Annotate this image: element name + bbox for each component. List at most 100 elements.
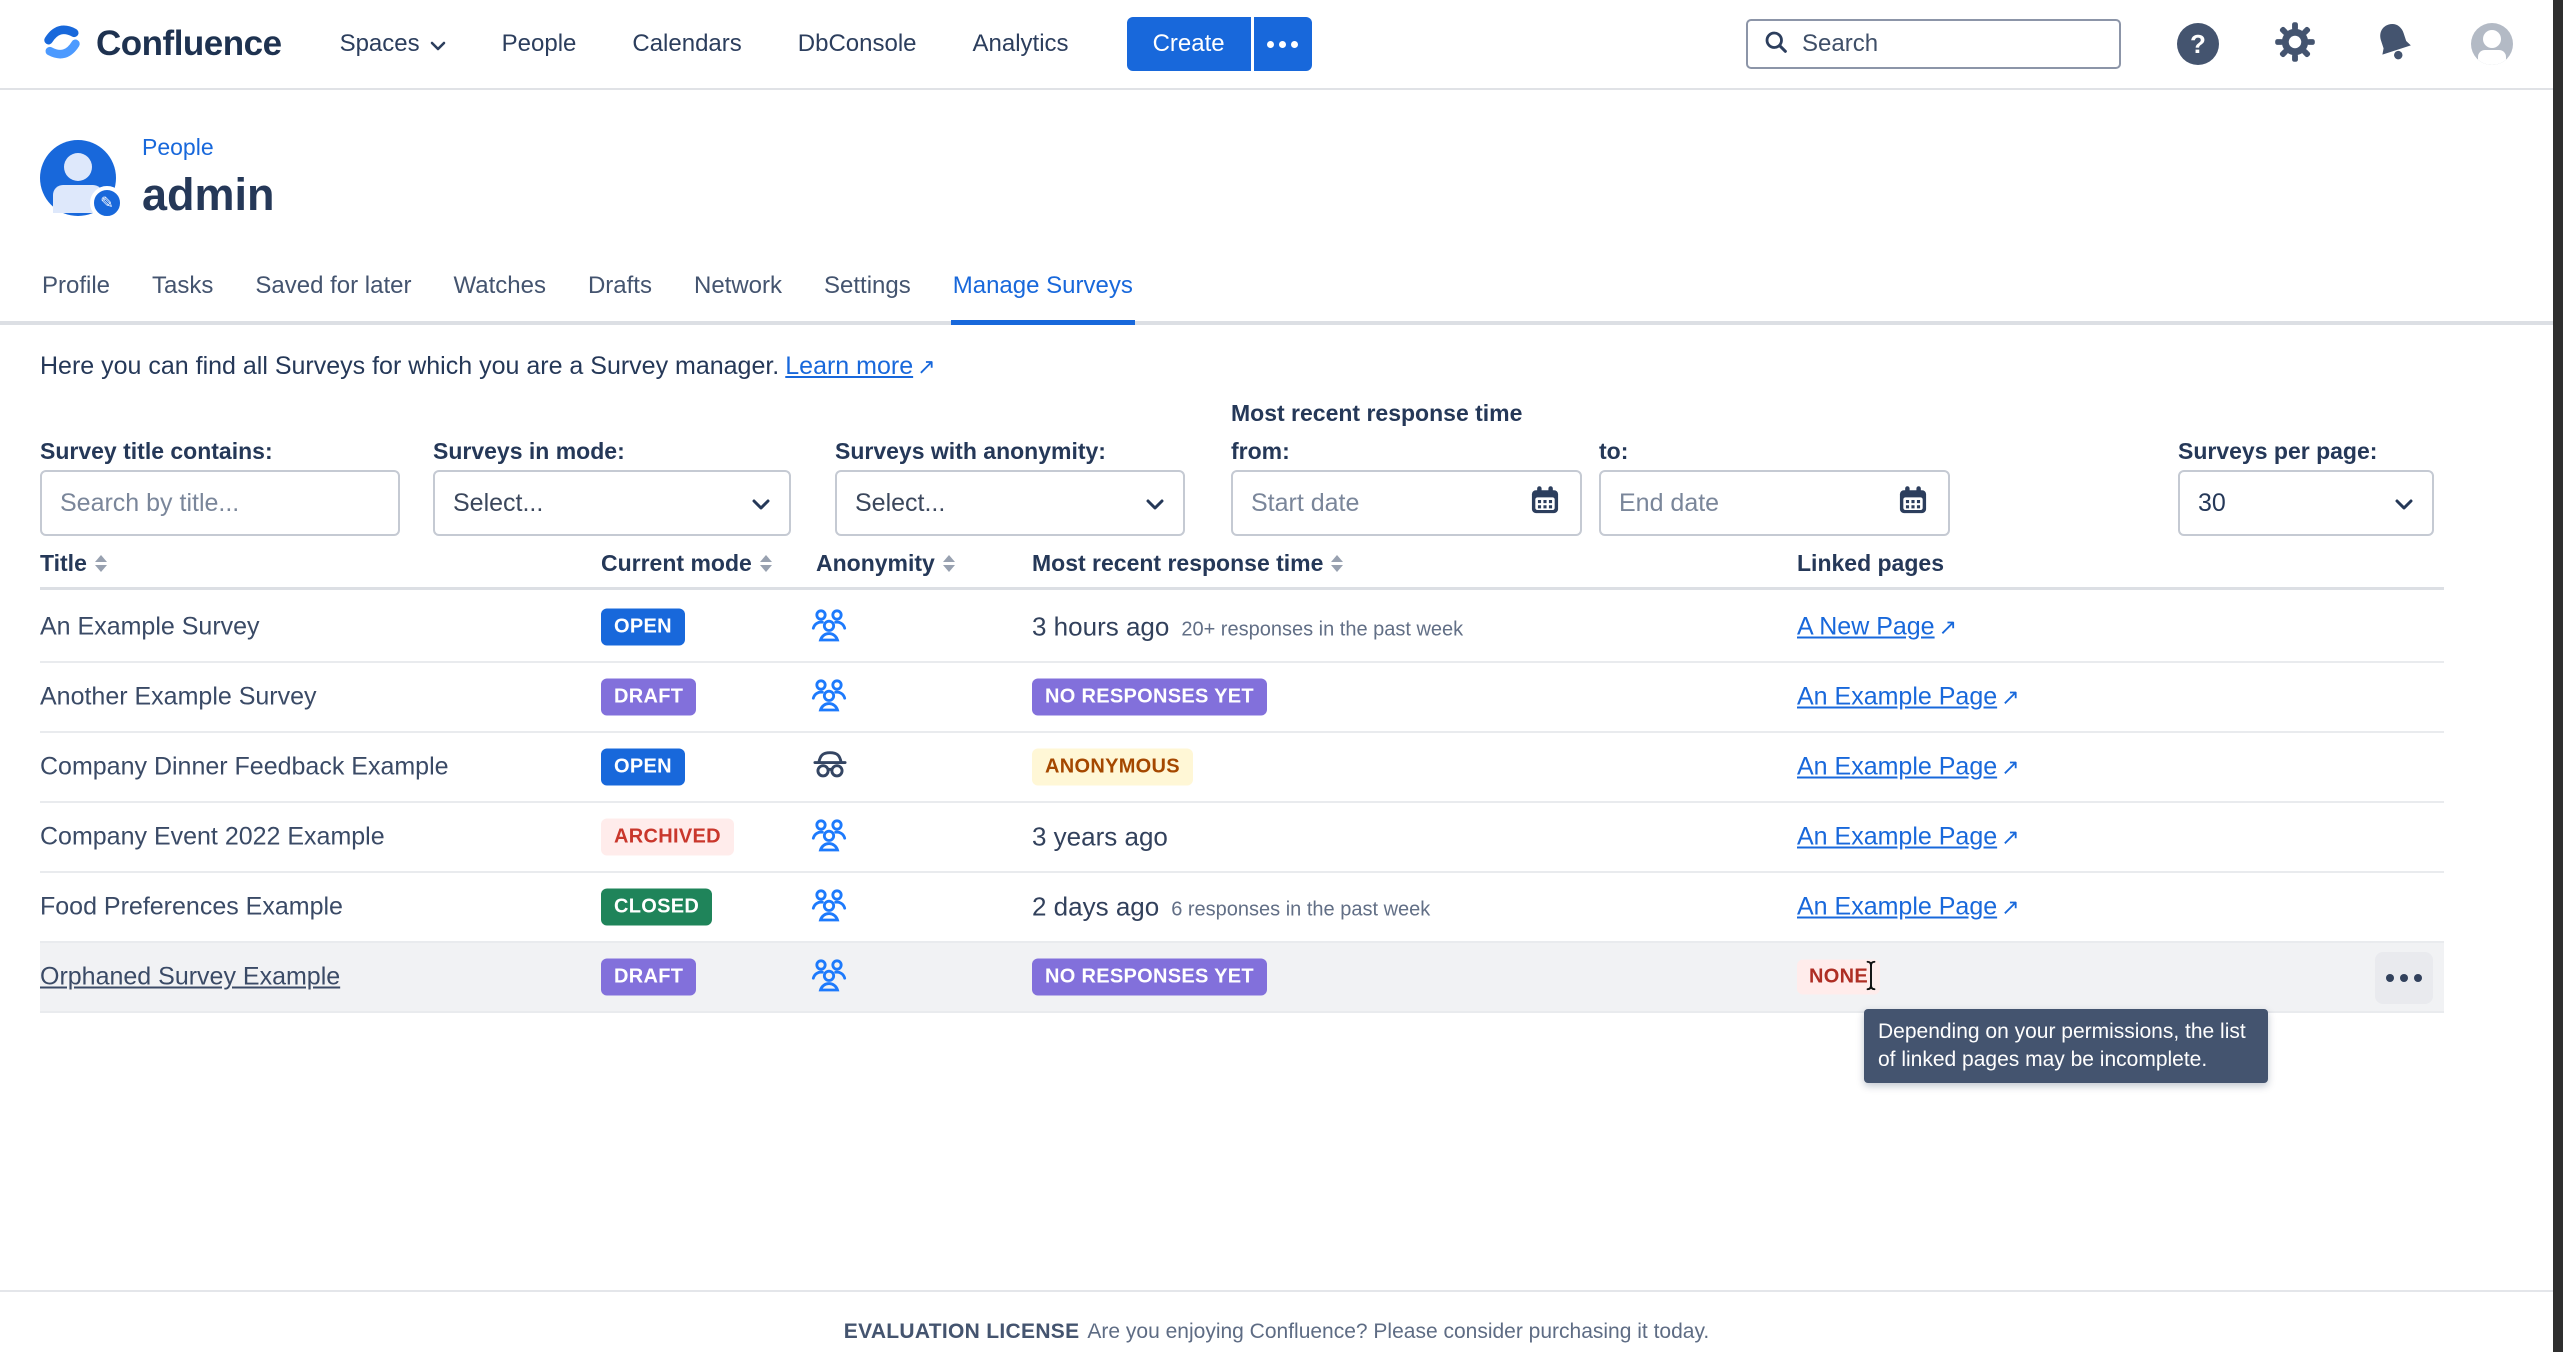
survey-title-link[interactable]: Another Example Survey: [40, 683, 317, 712]
linked-page-link[interactable]: An Example Page: [1797, 893, 1997, 921]
column-header-current-mode[interactable]: Current mode: [601, 550, 772, 577]
external-link-icon: ↗: [2001, 755, 2019, 780]
calendar-icon[interactable]: [1528, 483, 1562, 524]
external-link-icon: ↗: [917, 354, 935, 379]
incognito-anonymity-icon: [809, 744, 851, 791]
column-header-title[interactable]: Title: [40, 550, 107, 577]
profile-tabs: Profile Tasks Saved for later Watches Dr…: [0, 266, 2553, 325]
response-time-cell: 3 hours ago 20+ responses in the past we…: [1032, 612, 1463, 643]
edit-avatar-icon[interactable]: ✎: [90, 186, 124, 220]
table-row: Company Event 2022 Example ARCHIVED 3 ye…: [40, 803, 2444, 873]
create-button-group: Create: [1127, 17, 1312, 71]
settings-button[interactable]: [2273, 20, 2317, 69]
survey-title-link[interactable]: Food Preferences Example: [40, 893, 343, 922]
create-button[interactable]: Create: [1127, 17, 1251, 71]
nav-item-analytics[interactable]: Analytics: [973, 30, 1069, 58]
profile-avatar[interactable]: ✎: [40, 140, 116, 216]
mode-badge: DRAFT: [601, 959, 696, 996]
surveys-table-body: An Example Survey OPEN 3 hours ago 20+ r…: [40, 593, 2444, 1013]
gear-icon: [2273, 20, 2317, 69]
mode-badge: ARCHIVED: [601, 819, 734, 856]
chevron-down-icon: [2394, 489, 2414, 518]
help-icon: ?: [2177, 23, 2219, 65]
group-anonymity-icon: [809, 605, 849, 650]
recent-response-group-label: Most recent response time: [1231, 400, 1522, 427]
surveys-per-page-select[interactable]: 30: [2178, 470, 2434, 536]
external-link-icon: ↗: [1939, 615, 1957, 640]
no-responses-badge: NO RESPONSES YET: [1032, 959, 1267, 996]
sort-icon: [943, 555, 955, 572]
tab-manage-surveys[interactable]: Manage Surveys: [951, 266, 1135, 325]
column-header-most-recent-response-time[interactable]: Most recent response time: [1032, 550, 1343, 577]
survey-title-link[interactable]: Company Dinner Feedback Example: [40, 753, 449, 782]
linked-page-link[interactable]: An Example Page: [1797, 683, 1997, 711]
filter-mode-label: Surveys in mode:: [433, 438, 625, 465]
linked-page-cell: NONE: [1797, 960, 1880, 995]
nav-item-spaces[interactable]: Spaces: [340, 30, 446, 58]
help-button[interactable]: ?: [2177, 23, 2219, 65]
survey-title-link[interactable]: An Example Survey: [40, 613, 260, 642]
linked-page-link[interactable]: A New Page: [1797, 613, 1935, 641]
linked-page-cell: A New Page↗: [1797, 613, 1957, 642]
survey-title-link[interactable]: Orphaned Survey Example: [40, 963, 340, 992]
tab-network[interactable]: Network: [692, 266, 784, 325]
table-row: An Example Survey OPEN 3 hours ago 20+ r…: [40, 593, 2444, 663]
tab-profile[interactable]: Profile: [40, 266, 112, 325]
surveys-table-header: Title Current mode Anonymity Most recent…: [40, 550, 2444, 590]
end-date-field[interactable]: [1599, 470, 1950, 536]
tab-saved-for-later[interactable]: Saved for later: [253, 266, 413, 325]
mode-filter-select[interactable]: Select...: [433, 470, 791, 536]
title-filter-input[interactable]: [60, 489, 380, 518]
sort-icon: [1331, 555, 1343, 572]
search-input[interactable]: [1802, 30, 2105, 58]
nav-item-people[interactable]: People: [502, 30, 577, 58]
linked-page-cell: An Example Page↗: [1797, 893, 2020, 922]
tab-tasks[interactable]: Tasks: [150, 266, 215, 325]
linked-page-cell: An Example Page↗: [1797, 683, 2020, 712]
row-actions-button[interactable]: [2375, 952, 2433, 1004]
group-anonymity-icon: [809, 955, 849, 1000]
global-search[interactable]: [1746, 19, 2121, 69]
group-anonymity-icon: [809, 675, 849, 720]
external-link-icon: ↗: [2001, 685, 2019, 710]
tab-watches[interactable]: Watches: [451, 266, 547, 325]
learn-more-link[interactable]: Learn more: [785, 352, 913, 380]
tab-settings[interactable]: Settings: [822, 266, 913, 325]
nav-item-dbconsole[interactable]: DbConsole: [798, 30, 917, 58]
linked-page-cell: An Example Page↗: [1797, 823, 2020, 852]
start-date-input[interactable]: [1251, 489, 1528, 518]
response-time-cell: 2 days ago 6 responses in the past week: [1032, 892, 1430, 923]
filter-to-label: to:: [1599, 438, 1628, 465]
table-row: Food Preferences Example CLOSED 2 days a…: [40, 873, 2444, 943]
notifications-button[interactable]: [2371, 19, 2417, 70]
response-time-cell: NO RESPONSES YET: [1032, 959, 1267, 996]
title-filter-field: [40, 470, 400, 536]
linked-page-link[interactable]: An Example Page: [1797, 753, 1997, 781]
start-date-field[interactable]: [1231, 470, 1582, 536]
tab-drafts[interactable]: Drafts: [586, 266, 654, 325]
filter-from-label: from:: [1231, 438, 1290, 465]
anonymity-filter-select[interactable]: Select...: [835, 470, 1185, 536]
breadcrumb-people-link[interactable]: People: [142, 134, 275, 161]
mode-badge: CLOSED: [601, 889, 712, 926]
sort-icon: [760, 555, 772, 572]
end-date-input[interactable]: [1619, 489, 1896, 518]
top-navigation-bar: Confluence Spaces People Calendars DbCon…: [0, 0, 2553, 90]
calendar-icon[interactable]: [1896, 483, 1930, 524]
surveys-per-page-label: Surveys per page:: [2178, 438, 2377, 465]
confluence-logo[interactable]: Confluence: [40, 20, 282, 69]
create-more-button[interactable]: [1254, 17, 1312, 71]
survey-title-link[interactable]: Company Event 2022 Example: [40, 823, 385, 852]
column-header-anonymity[interactable]: Anonymity: [816, 550, 955, 577]
chevron-down-icon: [1145, 489, 1165, 518]
ellipsis-icon: [1267, 41, 1274, 48]
group-anonymity-icon: [809, 885, 849, 930]
user-menu-button[interactable]: [2471, 23, 2513, 65]
nav-item-calendars[interactable]: Calendars: [632, 30, 741, 58]
linked-page-link[interactable]: An Example Page: [1797, 823, 1997, 851]
text-cursor-icon: [1863, 958, 1879, 1001]
search-icon: [1762, 28, 1790, 61]
mode-badge: DRAFT: [601, 679, 696, 716]
window-scrollbar-edge[interactable]: [2553, 0, 2563, 1352]
chevron-down-icon: [430, 30, 446, 58]
